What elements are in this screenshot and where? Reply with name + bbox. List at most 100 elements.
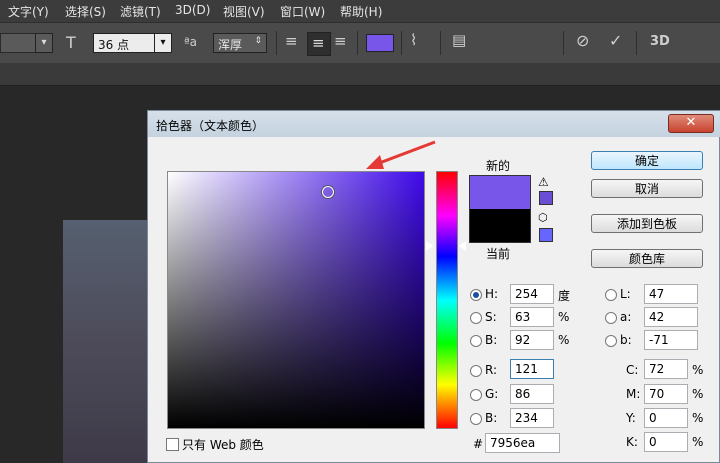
a-input[interactable]: 42 xyxy=(644,307,698,327)
lab-b-input[interactable]: -71 xyxy=(644,330,698,350)
antialias-select[interactable]: 浑厚 ⇕ xyxy=(213,33,267,53)
l-label: L: xyxy=(620,287,631,301)
y-unit: % xyxy=(692,411,704,425)
blue-label: B: xyxy=(485,411,498,425)
color-field[interactable] xyxy=(167,171,425,429)
align-center-button[interactable]: ≡ xyxy=(307,32,331,56)
new-color-swatch xyxy=(469,175,531,210)
separator xyxy=(357,31,358,55)
y-input[interactable]: 0 xyxy=(644,408,688,428)
gamut-warning-icon[interactable]: ⚠ xyxy=(538,175,549,189)
panels-icon[interactable]: ▤ xyxy=(452,31,466,49)
new-color-label: 新的 xyxy=(486,159,511,173)
hue-slider[interactable] xyxy=(436,171,458,429)
hue-slider-right-handle[interactable] xyxy=(459,241,466,251)
web-only-label: 只有 Web 颜色 xyxy=(182,438,264,452)
menu-3d[interactable]: 3D(D) xyxy=(175,3,210,17)
s-input[interactable]: 63 xyxy=(510,307,554,327)
separator xyxy=(401,31,402,55)
separator xyxy=(440,31,441,55)
c-unit: % xyxy=(692,363,704,377)
menu-select[interactable]: 选择(S) xyxy=(65,3,106,20)
g-label: G: xyxy=(485,387,499,401)
h-label: H: xyxy=(485,287,499,301)
radio-l[interactable] xyxy=(605,289,617,301)
radio-blue[interactable] xyxy=(470,413,482,425)
menu-help[interactable]: 帮助(H) xyxy=(340,3,382,20)
cancel-button[interactable]: 取消 xyxy=(591,179,703,198)
menu-bar: 文字(Y) 选择(S) 滤镜(T) 3D(D) 视图(V) 窗口(W) 帮助(H… xyxy=(0,0,720,22)
b-input[interactable]: 92 xyxy=(510,330,554,350)
radio-g[interactable] xyxy=(470,389,482,401)
menu-filter[interactable]: 滤镜(T) xyxy=(120,3,161,20)
l-input[interactable]: 47 xyxy=(644,284,698,304)
antialias-value: 浑厚 xyxy=(218,38,243,52)
k-unit: % xyxy=(692,435,704,449)
y-label: Y: xyxy=(626,411,636,425)
color-field-cursor[interactable] xyxy=(322,186,334,198)
current-color-swatch[interactable] xyxy=(469,209,531,243)
menu-view[interactable]: 视图(V) xyxy=(223,3,265,20)
text-color-swatch[interactable] xyxy=(366,34,394,52)
b-unit: % xyxy=(558,333,570,347)
font-size-input[interactable]: 36 点 xyxy=(93,33,155,53)
menu-type[interactable]: 文字(Y) xyxy=(8,3,49,20)
warp-text-icon[interactable]: ⌇ xyxy=(410,31,417,49)
dialog-titlebar: 拾色器（文本颜色） ✕ xyxy=(148,111,720,137)
annotation-arrow-head xyxy=(366,155,384,169)
separator xyxy=(563,31,564,55)
ok-button[interactable]: 确定 xyxy=(591,151,703,170)
hex-label: # xyxy=(473,437,484,451)
radio-r[interactable] xyxy=(470,365,482,377)
font-style-dropdown[interactable]: ▾ xyxy=(35,33,53,53)
radio-s[interactable] xyxy=(470,312,482,324)
font-size-icon: T xyxy=(66,33,76,52)
web-safe-swatch[interactable] xyxy=(539,228,553,242)
hue-slider-left-handle[interactable] xyxy=(426,241,433,251)
options-bar: ▾ T 36 点 ▾ ªa 浑厚 ⇕ ≡ ≡ ≡ ⌇ ▤ ⊘ ✓ 3D xyxy=(0,22,720,64)
radio-b[interactable] xyxy=(470,335,482,347)
radio-a[interactable] xyxy=(605,312,617,324)
radio-h[interactable] xyxy=(470,289,482,301)
web-safe-cube-icon[interactable]: ⬡ xyxy=(538,211,548,224)
lab-b-label: b: xyxy=(620,333,632,347)
menu-window[interactable]: 窗口(W) xyxy=(280,3,325,20)
dialog-title: 拾色器（文本颜色） xyxy=(156,119,265,133)
m-input[interactable]: 70 xyxy=(644,384,688,404)
radio-lab-b[interactable] xyxy=(605,335,617,347)
align-left-icon[interactable]: ≡ xyxy=(285,32,298,50)
separator xyxy=(276,31,277,55)
g-input[interactable]: 86 xyxy=(510,384,554,404)
m-unit: % xyxy=(692,387,704,401)
r-label: R: xyxy=(485,363,498,377)
updown-icon: ⇕ xyxy=(254,36,262,46)
align-right-icon[interactable]: ≡ xyxy=(334,32,347,50)
antialias-icon: ªa xyxy=(184,35,198,49)
3d-icon[interactable]: 3D xyxy=(650,34,670,49)
b-label: B: xyxy=(485,333,498,347)
c-input[interactable]: 72 xyxy=(644,359,688,379)
c-label: C: xyxy=(626,363,639,377)
align-center-icon: ≡ xyxy=(312,34,325,52)
add-to-swatches-button[interactable]: 添加到色板 xyxy=(591,214,703,233)
web-only-checkbox[interactable] xyxy=(166,438,179,451)
color-libraries-button[interactable]: 颜色库 xyxy=(591,249,703,268)
font-size-dropdown[interactable]: ▾ xyxy=(154,33,172,53)
gamut-swatch[interactable] xyxy=(539,191,553,205)
commit-icon[interactable]: ✓ xyxy=(609,31,622,50)
s-unit: % xyxy=(558,310,570,324)
separator xyxy=(636,31,637,55)
s-label: S: xyxy=(485,310,497,324)
a-label: a: xyxy=(620,310,632,324)
font-style-field[interactable] xyxy=(0,33,36,53)
blue-input[interactable]: 234 xyxy=(510,408,554,428)
close-button[interactable]: ✕ xyxy=(668,114,714,133)
tab-strip xyxy=(0,63,720,86)
close-icon: ✕ xyxy=(685,115,697,130)
hex-input[interactable]: 7956ea xyxy=(485,433,560,453)
h-input[interactable]: 254 xyxy=(510,284,554,304)
document-canvas[interactable] xyxy=(63,220,149,463)
r-input[interactable]: 121 xyxy=(510,359,554,379)
cancel-icon[interactable]: ⊘ xyxy=(576,31,589,50)
k-input[interactable]: 0 xyxy=(644,432,688,452)
